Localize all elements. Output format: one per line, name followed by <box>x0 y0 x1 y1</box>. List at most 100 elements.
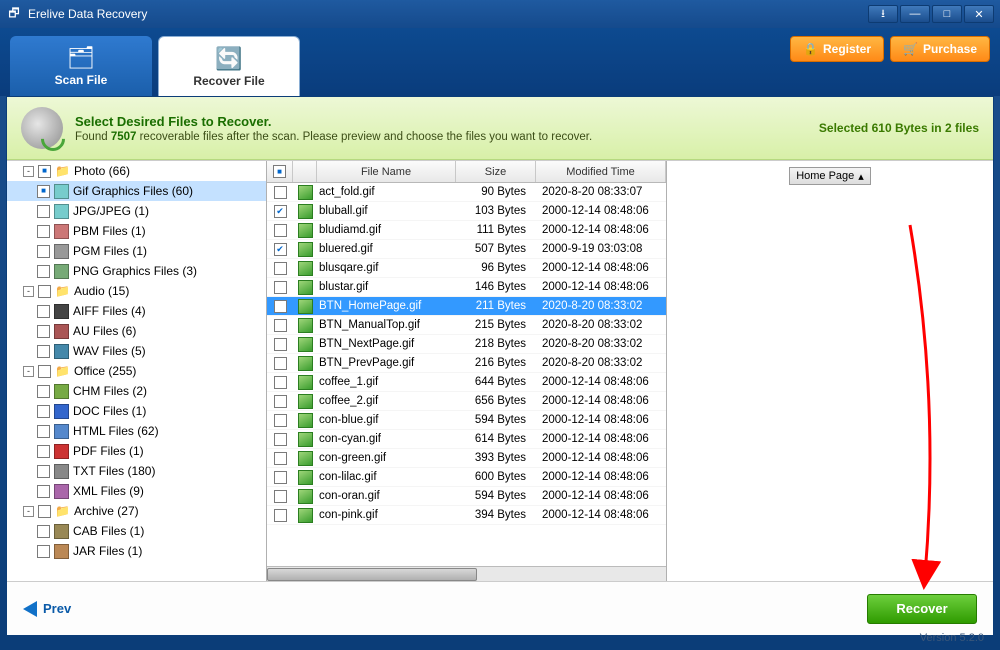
tree-item[interactable]: TXT Files (180) <box>7 461 266 481</box>
tree-item[interactable]: CAB Files (1) <box>7 521 266 541</box>
file-row[interactable]: bluball.gif103 Bytes2000-12-14 08:48:06 <box>267 202 666 221</box>
column-filename[interactable]: File Name <box>317 161 456 182</box>
row-checkbox[interactable] <box>274 300 287 313</box>
checkbox[interactable] <box>37 185 50 198</box>
maximize-button[interactable]: □ <box>932 5 962 23</box>
close-button[interactable]: ✕ <box>964 5 994 23</box>
row-checkbox[interactable] <box>274 186 287 199</box>
file-row[interactable]: con-oran.gif594 Bytes2000-12-14 08:48:06 <box>267 487 666 506</box>
row-checkbox[interactable] <box>274 319 287 332</box>
tree-item[interactable]: PDF Files (1) <box>7 441 266 461</box>
tab-scan-file[interactable]: 🗂 Scan File <box>10 36 152 96</box>
download-icon[interactable]: ⭳ <box>868 5 898 23</box>
recover-button[interactable]: Recover <box>867 594 977 624</box>
tree-item[interactable]: PNG Graphics Files (3) <box>7 261 266 281</box>
scrollbar-thumb[interactable] <box>267 568 477 581</box>
tree-item[interactable]: CHM Files (2) <box>7 381 266 401</box>
tree-item[interactable]: Gif Graphics Files (60) <box>7 181 266 201</box>
expand-icon[interactable]: - <box>23 286 34 297</box>
cell-filename: con-cyan.gif <box>317 433 456 445</box>
file-row[interactable]: act_fold.gif90 Bytes2020-8-20 08:33:07 <box>267 183 666 202</box>
row-checkbox[interactable] <box>274 509 287 522</box>
preview-homepage-button[interactable]: Home Page ▴ <box>789 167 871 185</box>
expand-icon[interactable]: - <box>23 506 34 517</box>
file-row[interactable]: con-cyan.gif614 Bytes2000-12-14 08:48:06 <box>267 430 666 449</box>
checkbox[interactable] <box>38 285 51 298</box>
tree-item[interactable]: AIFF Files (4) <box>7 301 266 321</box>
file-row[interactable]: BTN_NextPage.gif218 Bytes2020-8-20 08:33… <box>267 335 666 354</box>
row-checkbox[interactable] <box>274 224 287 237</box>
checkbox[interactable] <box>37 385 50 398</box>
checkbox[interactable] <box>37 325 50 338</box>
select-all-checkbox[interactable] <box>273 165 286 178</box>
purchase-button[interactable]: 🛒 Purchase <box>890 36 990 62</box>
category-tree[interactable]: -📁Photo (66)Gif Graphics Files (60)JPG/J… <box>7 161 267 581</box>
row-checkbox[interactable] <box>274 414 287 427</box>
checkbox[interactable] <box>37 265 50 278</box>
checkbox[interactable] <box>38 365 51 378</box>
horizontal-scrollbar[interactable] <box>267 566 666 581</box>
expand-icon[interactable]: - <box>23 166 34 177</box>
column-size[interactable]: Size <box>456 161 536 182</box>
checkbox[interactable] <box>37 405 50 418</box>
checkbox[interactable] <box>37 445 50 458</box>
checkbox[interactable] <box>38 505 51 518</box>
file-row[interactable]: con-lilac.gif600 Bytes2000-12-14 08:48:0… <box>267 468 666 487</box>
row-checkbox[interactable] <box>274 243 287 256</box>
file-row[interactable]: con-green.gif393 Bytes2000-12-14 08:48:0… <box>267 449 666 468</box>
file-row[interactable]: BTN_PrevPage.gif216 Bytes2020-8-20 08:33… <box>267 354 666 373</box>
checkbox[interactable] <box>37 525 50 538</box>
cell-size: 96 Bytes <box>456 262 536 274</box>
row-checkbox[interactable] <box>274 281 287 294</box>
column-modified[interactable]: Modified Time <box>536 161 666 182</box>
row-checkbox[interactable] <box>274 395 287 408</box>
row-checkbox[interactable] <box>274 471 287 484</box>
checkbox[interactable] <box>37 305 50 318</box>
register-button[interactable]: 🔒 Register <box>790 36 884 62</box>
checkbox[interactable] <box>37 345 50 358</box>
tree-item[interactable]: JPG/JPEG (1) <box>7 201 266 221</box>
file-row[interactable]: bluered.gif507 Bytes2000-9-19 03:03:08 <box>267 240 666 259</box>
tree-item[interactable]: XML Files (9) <box>7 481 266 501</box>
expand-icon[interactable]: - <box>23 366 34 377</box>
row-checkbox[interactable] <box>274 376 287 389</box>
row-checkbox[interactable] <box>274 490 287 503</box>
tree-item[interactable]: -📁Photo (66) <box>7 161 266 181</box>
tree-item[interactable]: PGM Files (1) <box>7 241 266 261</box>
tree-item[interactable]: -📁Audio (15) <box>7 281 266 301</box>
tree-item[interactable]: HTML Files (62) <box>7 421 266 441</box>
minimize-button[interactable]: — <box>900 5 930 23</box>
tree-item[interactable]: -📁Archive (27) <box>7 501 266 521</box>
file-row[interactable]: blusqare.gif96 Bytes2000-12-14 08:48:06 <box>267 259 666 278</box>
row-checkbox[interactable] <box>274 452 287 465</box>
row-checkbox[interactable] <box>274 205 287 218</box>
file-row[interactable]: blustar.gif146 Bytes2000-12-14 08:48:06 <box>267 278 666 297</box>
checkbox[interactable] <box>37 245 50 258</box>
file-row[interactable]: con-pink.gif394 Bytes2000-12-14 08:48:06 <box>267 506 666 525</box>
tree-item[interactable]: AU Files (6) <box>7 321 266 341</box>
row-checkbox[interactable] <box>274 338 287 351</box>
checkbox[interactable] <box>38 165 51 178</box>
row-checkbox[interactable] <box>274 262 287 275</box>
tree-item[interactable]: DOC Files (1) <box>7 401 266 421</box>
prev-button[interactable]: Prev <box>23 601 71 617</box>
file-row[interactable]: BTN_ManualTop.gif215 Bytes2020-8-20 08:3… <box>267 316 666 335</box>
row-checkbox[interactable] <box>274 357 287 370</box>
checkbox[interactable] <box>37 225 50 238</box>
file-row[interactable]: bludiamd.gif111 Bytes2000-12-14 08:48:06 <box>267 221 666 240</box>
tree-item[interactable]: -📁Office (255) <box>7 361 266 381</box>
checkbox[interactable] <box>37 205 50 218</box>
file-row[interactable]: coffee_2.gif656 Bytes2000-12-14 08:48:06 <box>267 392 666 411</box>
checkbox[interactable] <box>37 545 50 558</box>
file-row[interactable]: coffee_1.gif644 Bytes2000-12-14 08:48:06 <box>267 373 666 392</box>
checkbox[interactable] <box>37 425 50 438</box>
checkbox[interactable] <box>37 485 50 498</box>
tree-item[interactable]: WAV Files (5) <box>7 341 266 361</box>
row-checkbox[interactable] <box>274 433 287 446</box>
tab-recover-file[interactable]: 🔄 Recover File <box>158 36 300 96</box>
tree-item[interactable]: JAR Files (1) <box>7 541 266 561</box>
checkbox[interactable] <box>37 465 50 478</box>
file-row[interactable]: con-blue.gif594 Bytes2000-12-14 08:48:06 <box>267 411 666 430</box>
file-row[interactable]: BTN_HomePage.gif211 Bytes2020-8-20 08:33… <box>267 297 666 316</box>
tree-item[interactable]: PBM Files (1) <box>7 221 266 241</box>
